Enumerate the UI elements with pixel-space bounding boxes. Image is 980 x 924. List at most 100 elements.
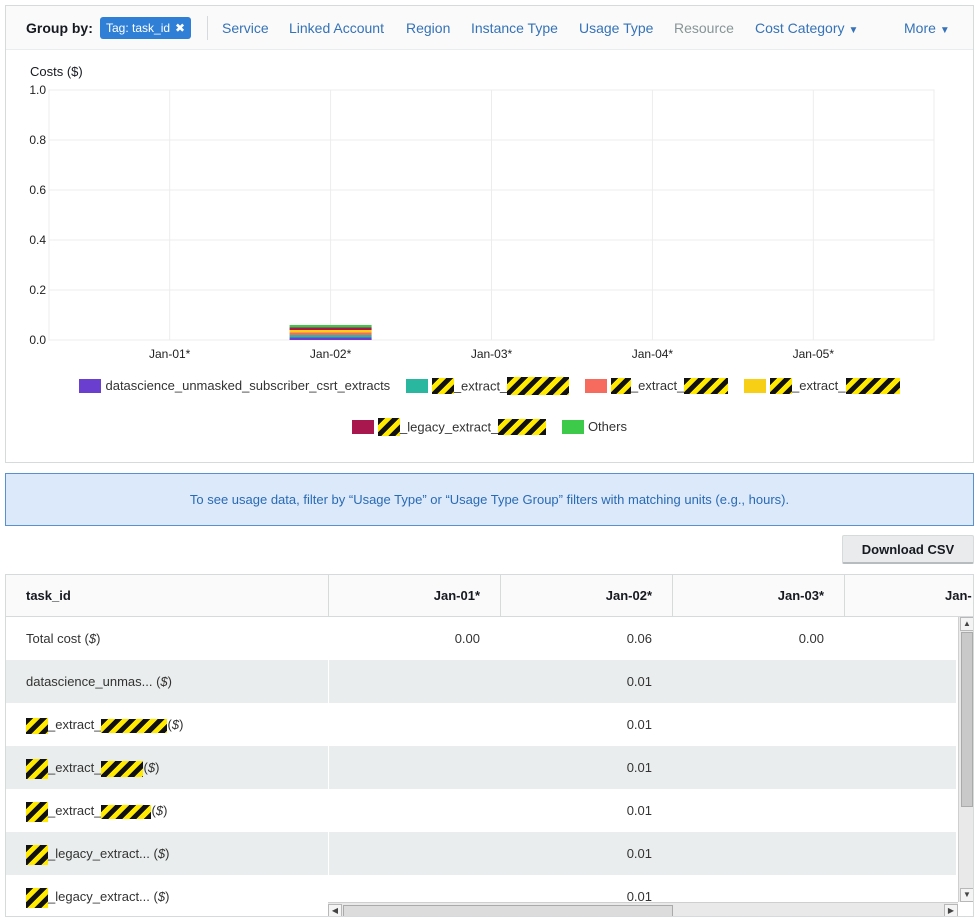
download-csv-button[interactable]: Download CSV [842,535,974,564]
legend-item-extract-yellow[interactable]: _extract_ [744,377,900,394]
legend-swatch [79,379,102,393]
y-tick-label: 0.2 [29,283,46,297]
bar-segment [289,332,372,335]
redacted-block [101,804,152,819]
legend-swatch [561,420,584,434]
cell-value: 0.00 [454,631,480,646]
bar-segment [289,335,372,338]
column-header-jan-04[interactable]: Jan- [845,575,973,616]
row-label: _extract_ ($) [26,703,183,746]
scroll-up-icon[interactable]: ▲ [960,617,973,631]
redacted-block [431,378,454,394]
column-header-task-id[interactable]: task_id [6,575,329,616]
legend-item-others[interactable]: Others [561,418,627,435]
x-tick-label: Jan-03* [471,347,513,361]
legend-item-datascience[interactable]: datascience_unmasked_subscriber_csrt_ext… [79,377,390,394]
column-header-jan-02[interactable]: Jan-02* [501,575,673,616]
y-tick-label: 1.0 [29,83,46,97]
bar-segment [289,327,372,330]
row-label-text: Total cost [26,631,81,646]
usage-info-banner: To see usage data, filter by “Usage Type… [5,473,974,526]
bar-segment [289,337,372,340]
redacted-block [845,378,900,394]
horizontal-scrollbar[interactable]: ◀ ▶ [328,902,958,916]
redacted-block [26,717,48,734]
legend-label: _extract_ [630,378,685,394]
redacted-block [26,758,48,779]
legend-label: _extract_ [453,378,508,394]
row-label: _extract_ ($) [26,789,167,832]
legend-swatch [744,379,767,393]
redacted-block [770,378,793,394]
y-tick-label: 0.4 [29,233,46,247]
table-header: task_id Jan-01* Jan-02* Jan-03* Jan- [6,575,973,617]
redacted-block [498,419,547,435]
bar-segment [289,325,372,328]
cell-value: 0.01 [626,760,652,775]
y-tick-label: 0.8 [29,133,46,147]
legend-item-legacy-extract[interactable]: _legacy_extract_ [352,418,547,436]
cell-value: 0.01 [626,717,652,732]
scroll-right-icon[interactable]: ▶ [944,904,958,916]
redacted-block [610,378,631,394]
redacted-block [378,418,401,436]
legend-item-extract-salmon[interactable]: _extract_ [584,377,729,394]
table-row: datascience_unmas... ($) 0.01 [6,660,956,703]
row-label-text: _extract_ [48,760,102,775]
legend-label: _legacy_extract_ [400,419,499,435]
row-label-text: _legacy_extract... [48,846,150,861]
row-label: datascience_unmas... ($) [26,674,172,689]
legend-item-extract-teal[interactable]: _extract_ [405,377,570,395]
cell-value: 0.06 [626,631,652,646]
row-label: _legacy_extract... ($) [26,832,169,875]
row-label: _extract_ ($) [26,746,159,789]
redacted-block [101,718,168,733]
y-tick-label: 0.0 [29,333,46,347]
bar-segment [289,330,372,333]
table-row: _extract_ ($) 0.01 [6,703,956,746]
unit-label: $ [147,760,156,775]
legend-label: Others [587,419,627,435]
unit-label: $ [157,889,166,904]
column-header-jan-03[interactable]: Jan-03* [673,575,845,616]
x-tick-label: Jan-05* [793,347,835,361]
row-label: Total cost ($) [26,631,101,646]
redacted-block [101,760,144,777]
scrollbar-thumb[interactable] [961,632,973,807]
table-row: _extract_ ($) 0.01 [6,789,956,832]
chart-legend-row-2: _legacy_extract_ Others [6,418,973,436]
cell-divider [328,660,329,703]
cost-data-table: task_id Jan-01* Jan-02* Jan-03* Jan- Tot… [5,574,974,917]
table-row-total: Total cost ($) 0.00 0.06 0.00 [6,617,956,660]
cell-value: 0.01 [626,674,652,689]
unit-label: $ [88,631,97,646]
redacted-block [26,887,48,908]
legend-swatch [352,420,375,434]
table-row: _legacy_extract... ($) 0.01 [6,832,956,875]
scroll-down-icon[interactable]: ▼ [960,888,973,902]
unit-label: $ [160,674,168,689]
x-tick-label: Jan-01* [149,347,191,361]
chart-legend-row-1: datascience_unmasked_subscriber_csrt_ext… [6,377,973,395]
redacted-block [26,844,48,865]
vertical-scrollbar[interactable]: ▲ ▼ [958,617,973,902]
legend-swatch [584,379,607,393]
scrollbar-thumb[interactable] [343,905,673,916]
row-label-text: _extract_ [48,717,102,732]
redacted-block [26,801,48,822]
row-label-text: _extract_ [48,803,102,818]
unit-label: $ [157,846,166,861]
x-tick-label: Jan-02* [310,347,352,361]
scroll-left-icon[interactable]: ◀ [328,904,342,916]
cell-divider [328,746,329,789]
legend-swatch [405,379,428,393]
cell-value: 0.01 [626,846,652,861]
legend-label: _extract_ [792,378,846,394]
cell-divider [328,832,329,875]
redacted-block [684,378,729,394]
row-label: _legacy_extract... ($) [26,875,169,916]
y-tick-label: 0.6 [29,183,46,197]
column-header-jan-01[interactable]: Jan-01* [329,575,501,616]
row-label-text: _legacy_extract... [48,889,150,904]
redacted-block [507,377,570,395]
